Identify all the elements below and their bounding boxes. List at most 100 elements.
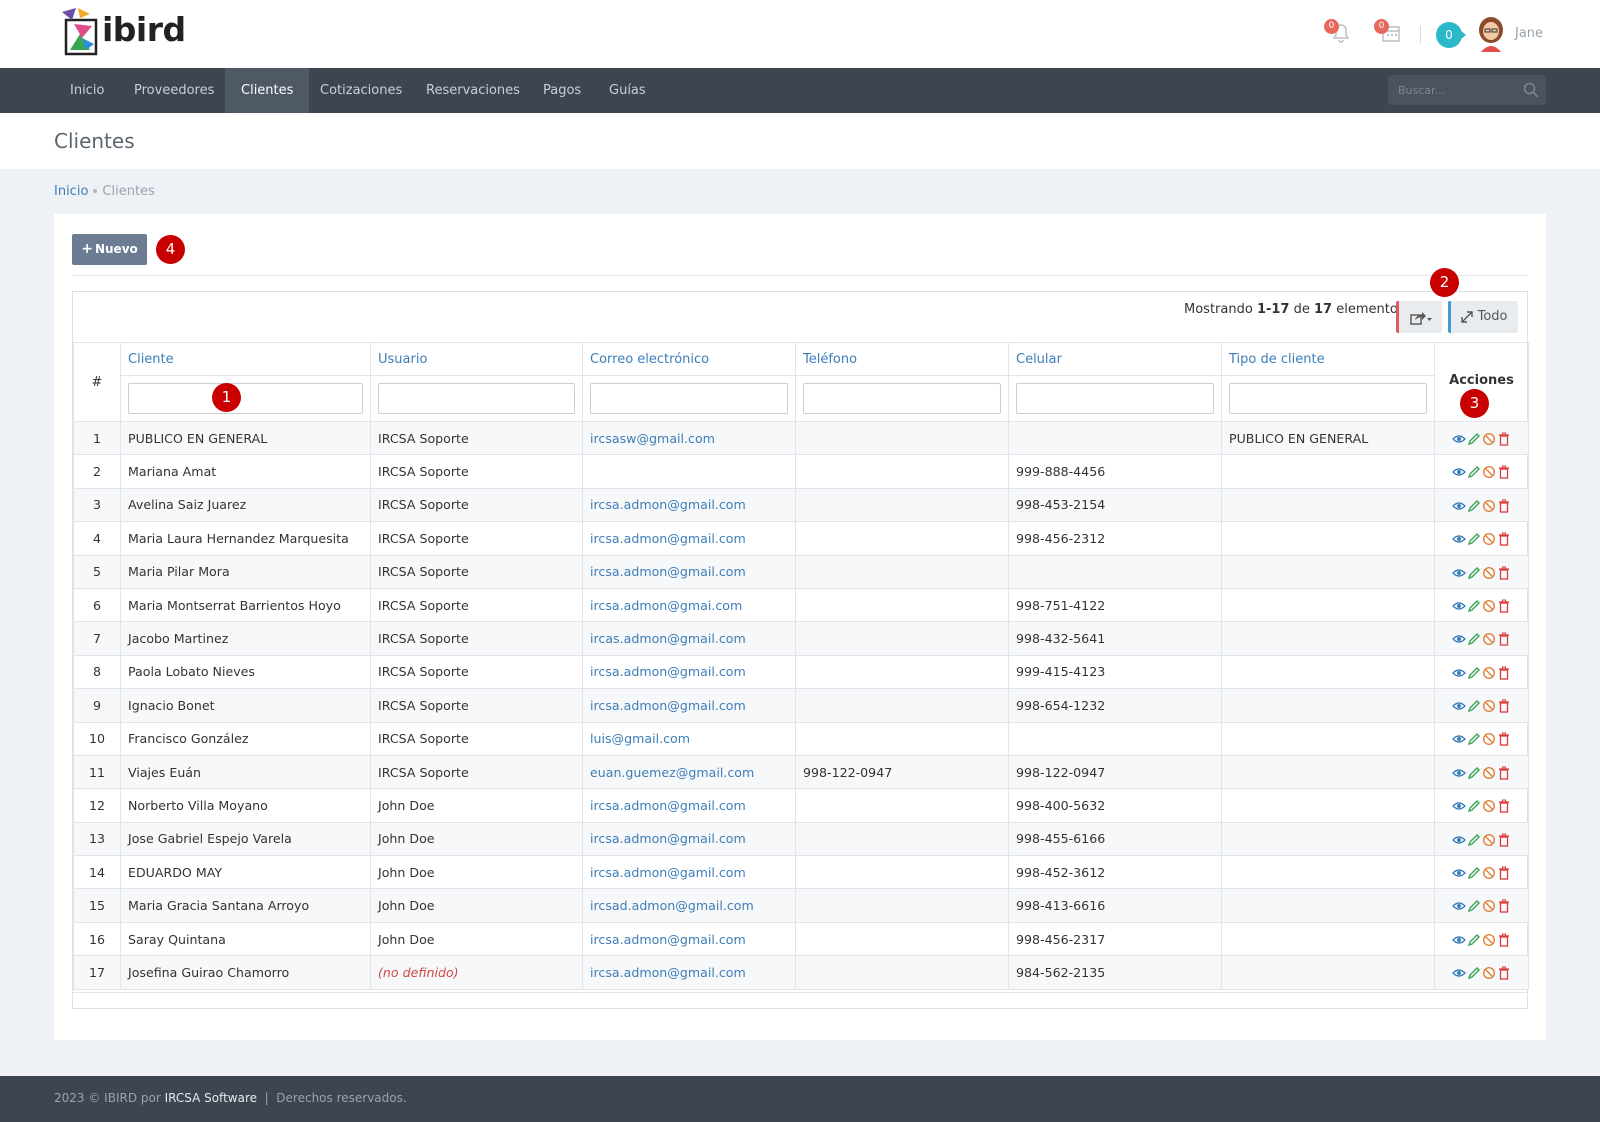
nav-item-guias[interactable]: Guías	[593, 68, 662, 113]
table-row[interactable]: 9 Ignacio Bonet IRCSA Soporte ircsa.admon@g…	[73, 688, 1529, 723]
col-header-cliente[interactable]: Cliente	[120, 342, 371, 376]
eye-icon[interactable]	[1452, 899, 1466, 913]
eye-icon[interactable]	[1452, 499, 1466, 513]
correo-cell[interactable]: ircsa.admon@gmail.com	[582, 788, 796, 823]
trash-icon[interactable]	[1497, 799, 1511, 813]
eye-icon[interactable]	[1452, 532, 1466, 546]
correo-cell[interactable]: ircsa.admon@gmail.com	[582, 955, 796, 990]
ban-icon[interactable]	[1482, 732, 1496, 746]
correo-cell[interactable]: ircsa.admon@gmail.com	[582, 554, 796, 589]
trash-icon[interactable]	[1497, 833, 1511, 847]
nav-item-proveedores[interactable]: Proveedores	[118, 68, 230, 113]
eye-icon[interactable]	[1452, 766, 1466, 780]
pencil-icon[interactable]	[1467, 532, 1481, 546]
trash-icon[interactable]	[1497, 933, 1511, 947]
table-row[interactable]: 4 Maria Laura Hernandez Marquesita IRCSA S…	[73, 521, 1529, 556]
pencil-icon[interactable]	[1467, 432, 1481, 446]
nav-item-cotizaciones[interactable]: Cotizaciones	[304, 68, 418, 113]
filter-usuario-input[interactable]	[378, 383, 575, 414]
table-row[interactable]: 13 Jose Gabriel Espejo Varela John Doe ircs…	[73, 821, 1529, 857]
eye-icon[interactable]	[1452, 632, 1466, 646]
correo-cell[interactable]: ircsa.admon@gmail.com	[582, 521, 796, 556]
eye-icon[interactable]	[1452, 966, 1466, 980]
ban-icon[interactable]	[1482, 465, 1496, 479]
pencil-icon[interactable]	[1467, 632, 1481, 646]
correo-cell[interactable]: ircsa.admon@gmail.com	[582, 921, 796, 957]
eye-icon[interactable]	[1452, 732, 1466, 746]
ban-icon[interactable]	[1482, 666, 1496, 680]
filter-correo-input[interactable]	[590, 383, 788, 414]
trash-icon[interactable]	[1497, 699, 1511, 713]
correo-cell[interactable]: ircsa.admon@gmail.com	[582, 821, 796, 857]
trash-icon[interactable]	[1497, 766, 1511, 780]
table-row[interactable]: 17 Josefina Guirao Chamorro (no definido) i…	[73, 955, 1529, 990]
pencil-icon[interactable]	[1467, 966, 1481, 980]
eye-icon[interactable]	[1452, 566, 1466, 580]
table-row[interactable]: 15 Maria Gracia Santana Arroyo John Doe irc…	[73, 888, 1529, 923]
nav-item-clientes[interactable]: Clientes	[225, 68, 310, 113]
trash-icon[interactable]	[1497, 599, 1511, 613]
table-row[interactable]: 6 Maria Montserrat Barrientos Hoyo IRCSA S…	[73, 587, 1529, 623]
correo-cell[interactable]: euan.guemez@gmail.com	[582, 754, 796, 790]
ban-icon[interactable]	[1482, 599, 1496, 613]
trash-icon[interactable]	[1497, 566, 1511, 580]
col-header-telefono[interactable]: Teléfono	[795, 342, 1009, 376]
ban-icon[interactable]	[1482, 499, 1496, 513]
pencil-icon[interactable]	[1467, 766, 1481, 780]
col-header-correo[interactable]: Correo electrónico	[582, 342, 796, 376]
table-row[interactable]: 14 EDUARDO MAY John Doe ircsa.admon@gamil.c…	[73, 855, 1529, 890]
nav-item-reservaciones[interactable]: Reservaciones	[410, 68, 536, 113]
eye-icon[interactable]	[1452, 666, 1466, 680]
table-row[interactable]: 8 Paola Lobato Nieves IRCSA Soporte ircsa.a…	[73, 654, 1529, 690]
user-avatar[interactable]	[1476, 16, 1506, 52]
trash-icon[interactable]	[1497, 966, 1511, 980]
new-client-button[interactable]: + Nuevo	[72, 234, 147, 265]
table-row[interactable]: 10 Francisco González IRCSA Soporte luis@gm…	[73, 721, 1529, 756]
eye-icon[interactable]	[1452, 799, 1466, 813]
ban-icon[interactable]	[1482, 933, 1496, 947]
trash-icon[interactable]	[1497, 666, 1511, 680]
show-all-button[interactable]: Todo	[1448, 301, 1518, 333]
table-row[interactable]: 2 Mariana Amat IRCSA Soporte 999-888-4456	[73, 454, 1529, 489]
correo-cell[interactable]: ircsa.admon@gmail.com	[582, 654, 796, 690]
table-row[interactable]: 12 Norberto Villa Moyano John Doe ircsa.adm…	[73, 788, 1529, 823]
trash-icon[interactable]	[1497, 866, 1511, 880]
pencil-icon[interactable]	[1467, 833, 1481, 847]
filter-telefono-input[interactable]	[803, 383, 1001, 414]
correo-cell[interactable]: ircas.admon@gmail.com	[582, 621, 796, 656]
correo-cell[interactable]: ircsasw@gmail.com	[582, 420, 796, 456]
table-row[interactable]: 7 Jacobo Martinez IRCSA Soporte ircas.admon…	[73, 621, 1529, 656]
pencil-icon[interactable]	[1467, 899, 1481, 913]
correo-cell[interactable]: ircsa.admon@gamil.com	[582, 855, 796, 890]
pencil-icon[interactable]	[1467, 799, 1481, 813]
eye-icon[interactable]	[1452, 599, 1466, 613]
ban-icon[interactable]	[1482, 799, 1496, 813]
username[interactable]: Jane	[1515, 26, 1543, 41]
eye-icon[interactable]	[1452, 866, 1466, 880]
pencil-icon[interactable]	[1467, 699, 1481, 713]
correo-cell[interactable]: ircsa.admon@gmail.com	[582, 688, 796, 723]
nav-item-inicio[interactable]: Inicio	[54, 68, 120, 113]
nav-item-pagos[interactable]: Pagos	[527, 68, 597, 113]
ban-icon[interactable]	[1482, 432, 1496, 446]
export-button[interactable]	[1396, 301, 1442, 333]
ban-icon[interactable]	[1482, 966, 1496, 980]
pencil-icon[interactable]	[1467, 499, 1481, 513]
ban-icon[interactable]	[1482, 833, 1496, 847]
eye-icon[interactable]	[1452, 833, 1466, 847]
ban-icon[interactable]	[1482, 532, 1496, 546]
table-row[interactable]: 5 Maria Pilar Mora IRCSA Soporte ircsa.admo…	[73, 554, 1529, 589]
correo-cell[interactable]: ircsa.admon@gmai.com	[582, 587, 796, 623]
eye-icon[interactable]	[1452, 933, 1466, 947]
table-row[interactable]: 11 Viajes Euán IRCSA Soporte euan.guemez@gm…	[73, 754, 1529, 790]
calendar-icon[interactable]: 0	[1374, 19, 1402, 44]
col-header-tipo[interactable]: Tipo de cliente	[1221, 342, 1435, 376]
eye-icon[interactable]	[1452, 465, 1466, 479]
trash-icon[interactable]	[1497, 732, 1511, 747]
pencil-icon[interactable]	[1467, 465, 1481, 479]
eye-icon[interactable]	[1452, 699, 1466, 713]
correo-cell[interactable]: ircsa.admon@gmail.com	[582, 487, 796, 523]
correo-cell[interactable]: luis@gmail.com	[582, 721, 796, 756]
pencil-icon[interactable]	[1467, 566, 1481, 580]
eye-icon[interactable]	[1452, 432, 1466, 446]
